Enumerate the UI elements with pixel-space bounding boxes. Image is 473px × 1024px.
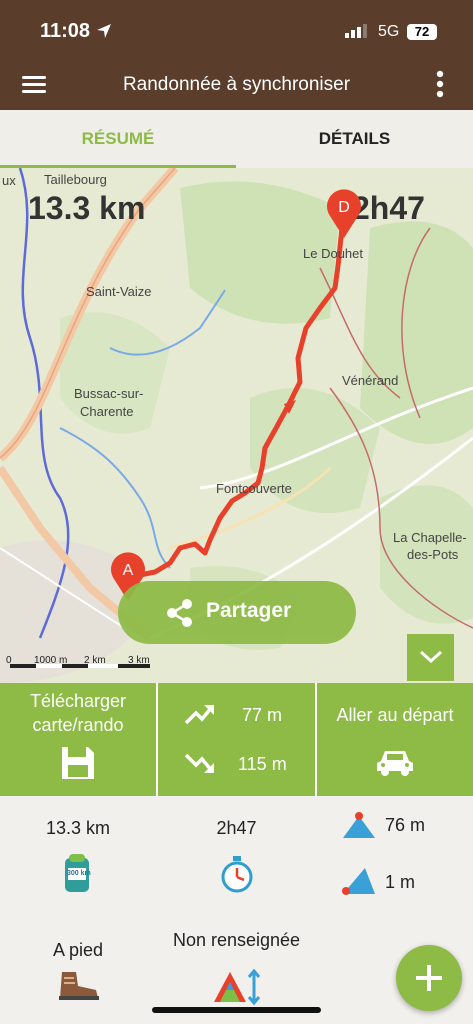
place-label: Taillebourg [44,172,107,187]
home-indicator[interactable] [152,1007,321,1013]
scale-label: 1000 m [34,655,68,666]
hiking-boot-icon [59,972,99,1000]
go-to-start-button[interactable]: Aller au départ [317,683,473,796]
ascent-icon [184,705,214,725]
signal-icon [345,24,367,38]
stat-altitude: 76 m 1 m [317,798,473,908]
difficulty-icon [214,968,261,1006]
scale-label: 2 km [84,655,106,666]
map-distance: 13.3 km [28,190,146,226]
chevron-down-icon [419,650,443,664]
place-label: Charente [80,404,134,419]
activity-value: A pied [52,940,104,960]
battery-indicator: 72 [407,24,437,40]
add-button[interactable] [396,945,462,1011]
download-button[interactable]: Télécharger carte/rando [0,683,156,796]
descent-value: 115 m [238,754,287,774]
elevation-summary: 77 m 115 m [158,683,315,796]
end-marker-label: D [338,199,350,216]
stat-activity: A pied [0,910,156,1024]
scale-label: 3 km [128,655,150,666]
action-row: Télécharger carte/rando 77 m 115 m Aller… [0,683,473,796]
descent-icon [184,753,214,773]
stat-duration-value: 2h47 [216,818,257,838]
download-label-line2: carte/rando [32,715,124,735]
stopwatch-icon [221,856,253,893]
place-label: Fontcouverte [216,481,292,496]
plus-icon [416,965,442,991]
app-bar: Randonnée à synchroniser [0,62,473,110]
share-button[interactable]: Partager [118,581,356,644]
share-icon [167,599,192,627]
share-label: Partager [206,599,292,622]
location-arrow-icon [97,24,111,38]
place-label: ux [2,173,16,188]
save-disk-icon [62,747,94,779]
go-to-start-label: Aller au départ [336,705,454,725]
stat-distance-value: 13.3 km [45,818,111,838]
min-altitude-icon [342,868,375,895]
place-label: des-Pots [407,547,459,562]
page-title: Randonnée à synchroniser [122,74,351,95]
odometer-text: 300 km [67,870,91,877]
place-label: Le Douhet [303,246,363,261]
tab-bar: RÉSUMÉ DÉTAILS [0,110,473,168]
start-marker-label: A [122,562,134,579]
status-bar: 11:08 5G 72 [0,0,473,62]
car-icon [377,751,413,776]
stat-distance: 13.3 km 300 km [0,798,156,908]
max-altitude-icon [343,812,375,838]
collapse-map-button[interactable] [407,634,454,681]
tab-resume[interactable]: RÉSUMÉ [0,110,236,168]
download-label-line1: Télécharger [29,691,127,711]
max-altitude-value: 76 m [385,815,426,835]
difficulty-value: Non renseignée [172,930,301,950]
place-label: Bussac-sur- [74,386,144,401]
place-label: Vénérand [342,373,399,388]
clock: 11:08 [40,20,91,42]
min-altitude-value: 1 m [385,872,416,892]
place-label: La Chapelle- [393,530,467,545]
scale-label: 0 [6,655,12,666]
network-type: 5G [378,23,400,40]
stat-duration: 2h47 [158,798,315,908]
place-label: Saint-Vaize [86,284,152,299]
tab-details[interactable]: DÉTAILS [236,110,473,168]
ascent-value: 77 m [242,705,283,725]
more-options-icon[interactable] [436,70,444,100]
